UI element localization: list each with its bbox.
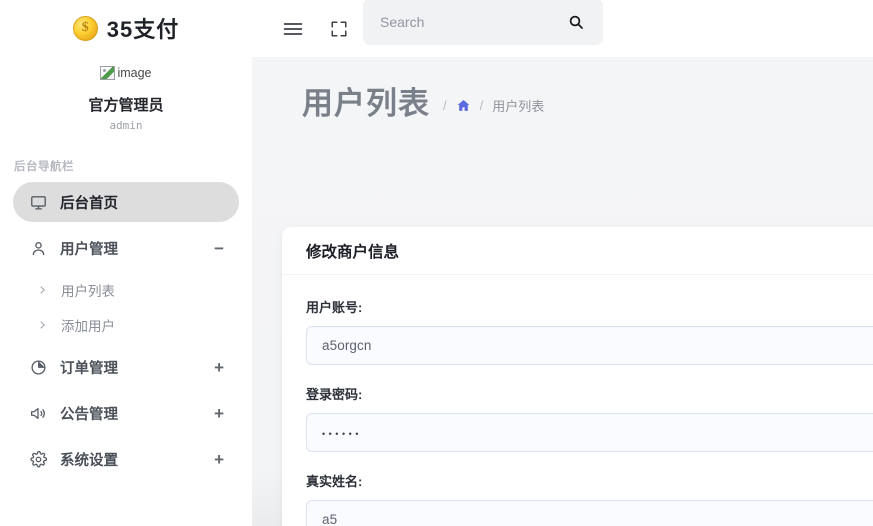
field-realname: 真实姓名: xyxy=(306,471,873,526)
main-area: 用户列表 / / 用户列表 修改商户信息 xyxy=(252,0,873,526)
sidebar-item-toggle[interactable]: + xyxy=(208,359,224,376)
avatar: image xyxy=(100,65,152,80)
sidebar-item-label: 系统设置 xyxy=(60,452,118,469)
sidebar-item-label: 用户管理 xyxy=(60,241,118,258)
pie-chart-icon xyxy=(28,357,48,377)
search-box[interactable] xyxy=(363,0,603,45)
profile-role: admin xyxy=(109,119,143,132)
card-title: 修改商户信息 xyxy=(306,243,400,261)
gear-icon xyxy=(28,449,48,469)
coin-dollar-icon: $ xyxy=(72,15,98,41)
page-header: 用户列表 / / 用户列表 xyxy=(252,57,873,121)
card-header: 修改商户信息 xyxy=(282,227,873,275)
sidebar-item-toggle[interactable]: + xyxy=(208,405,224,422)
page-title: 用户列表 xyxy=(302,86,430,121)
sidebar-item-dashboard[interactable]: 后台首页 xyxy=(13,182,239,222)
avatar-alt-text: image xyxy=(117,65,152,80)
content-area: 用户列表 / / 用户列表 修改商户信息 用户账号: a5orgcn 登录密码:… xyxy=(252,57,873,526)
sidebar-item-label: 后台首页 xyxy=(60,195,118,212)
sidebar-item-order-management[interactable]: 订单管理 + xyxy=(13,347,239,387)
broken-image-icon xyxy=(100,66,116,80)
fullscreen-icon[interactable] xyxy=(324,14,354,44)
sidebar-item-system-settings[interactable]: 系统设置 + xyxy=(13,439,239,479)
user-icon xyxy=(28,238,48,258)
home-icon[interactable] xyxy=(456,98,471,113)
search-input[interactable] xyxy=(380,14,566,30)
profile-name: 官方管理员 xyxy=(88,97,164,114)
card-body: 用户账号: 登录密码: 真实姓名: xyxy=(282,275,873,526)
sidebar-item-toggle[interactable]: + xyxy=(208,451,224,468)
sidebar-item-user-management[interactable]: 用户管理 − xyxy=(13,228,239,268)
profile-block: image 官方管理员 admin xyxy=(0,50,252,132)
field-username: 用户账号: xyxy=(306,297,873,365)
field-password: 登录密码: xyxy=(306,384,873,452)
topbar xyxy=(252,0,873,57)
brand-name: 35支付 xyxy=(106,17,180,42)
sidebar-subitem-user-list[interactable]: 用户列表 xyxy=(13,274,239,306)
breadcrumb-separator: / xyxy=(443,97,447,113)
field-label: 登录密码: xyxy=(306,387,363,402)
brand-logo[interactable]: $ 35支付 xyxy=(0,0,252,50)
sidebar-item-toggle[interactable]: − xyxy=(208,240,224,257)
sidebar-subitem-label: 用户列表 xyxy=(61,284,115,299)
username-input[interactable] xyxy=(306,326,873,365)
breadcrumb: / / 用户列表 xyxy=(443,96,544,121)
sidebar-item-label: 公告管理 xyxy=(60,406,118,423)
sidebar-subitem-add-user[interactable]: 添加用户 xyxy=(13,309,239,341)
monitor-icon xyxy=(28,192,48,212)
search-icon[interactable] xyxy=(566,12,586,32)
sidebar-subitem-label: 添加用户 xyxy=(61,319,115,334)
edit-merchant-card: 修改商户信息 用户账号: 登录密码: 真实姓名: xyxy=(282,227,873,526)
sidebar-item-label: 订单管理 xyxy=(60,360,118,377)
sidebar-nav: 后台首页 用户管理 − 用户列表 添加用户 订单管理 + 公告管理 + 系统设置… xyxy=(0,182,252,479)
sidebar: $ 35支付 image 官方管理员 admin 后台导航栏 后台首页 用户管理… xyxy=(0,0,252,526)
sidebar-item-announcement-management[interactable]: 公告管理 + xyxy=(13,393,239,433)
field-label: 真实姓名: xyxy=(306,474,363,489)
app-root: $ 35支付 image 官方管理员 admin 后台导航栏 后台首页 用户管理… xyxy=(0,0,873,526)
breadcrumb-current[interactable]: 用户列表 xyxy=(492,96,544,115)
password-input[interactable] xyxy=(306,413,873,452)
hamburger-menu-icon[interactable] xyxy=(278,14,308,44)
nav-heading: 后台导航栏 xyxy=(14,161,74,173)
realname-input[interactable] xyxy=(306,500,873,526)
field-label: 用户账号: xyxy=(306,300,363,315)
chevron-right-icon xyxy=(38,284,51,296)
chevron-right-icon xyxy=(38,319,51,331)
megaphone-icon xyxy=(28,403,48,423)
breadcrumb-separator: / xyxy=(479,97,484,113)
